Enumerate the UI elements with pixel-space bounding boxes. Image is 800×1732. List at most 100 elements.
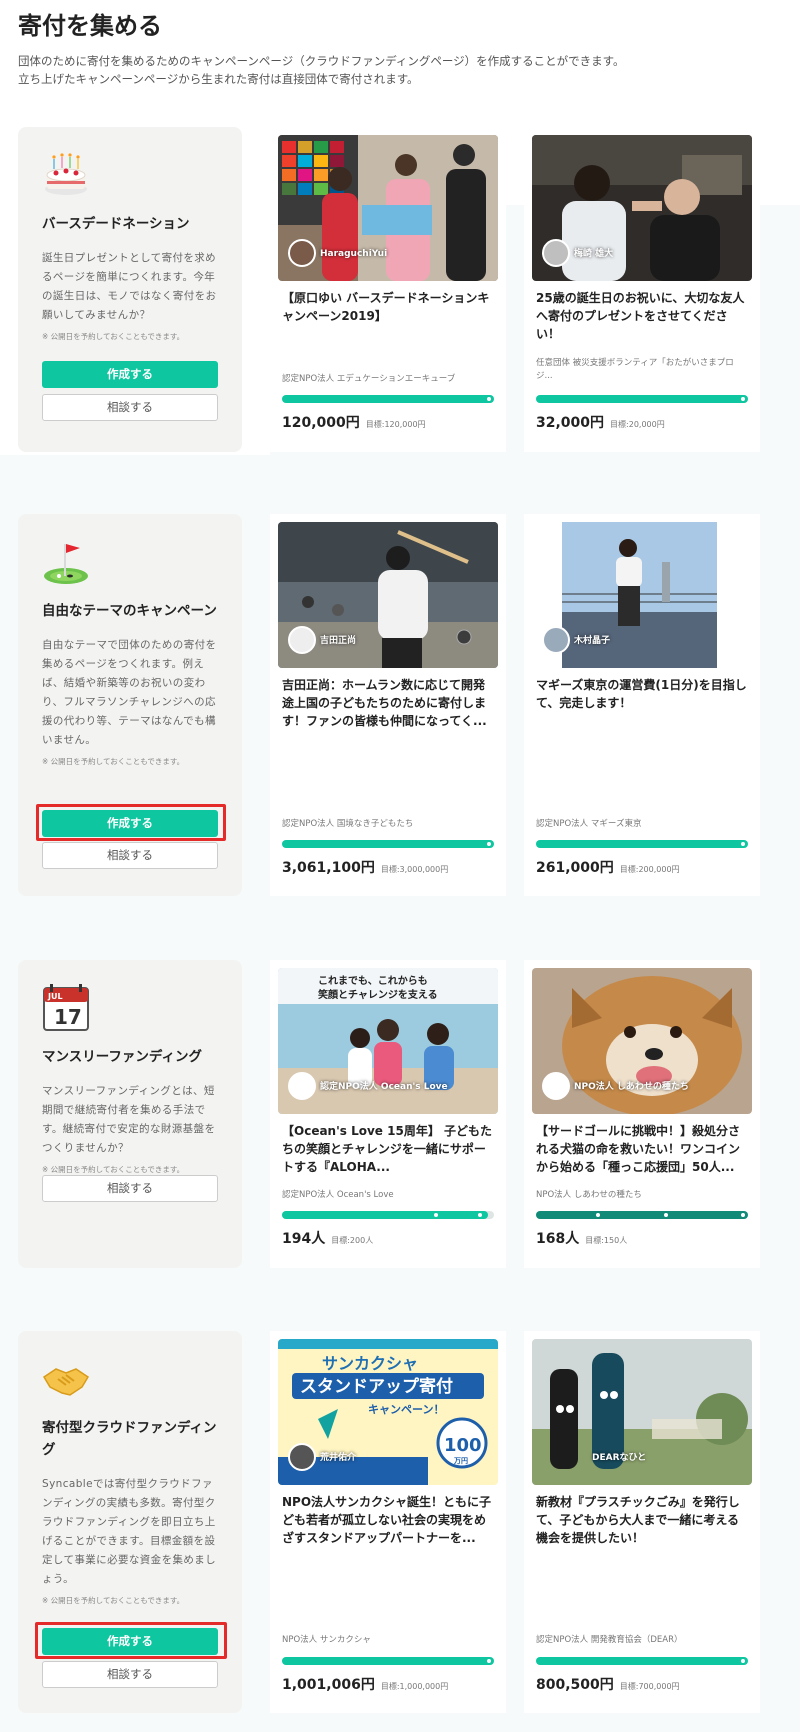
amount-raised: 168人 目標:150人 <box>536 1228 627 1248</box>
image-caption: 100 <box>444 1435 482 1456</box>
campaign-card[interactable]: NPO法人 しあわせの種たち 【サードゴールに挑戦中！】殺処分される犬猫の命を救… <box>524 960 760 1268</box>
consult-button[interactable]: 相談する <box>42 842 218 869</box>
schedule-note: ※ 公開日を予約しておくこともできます。 <box>42 757 185 766</box>
goal-amount: 目標:150人 <box>585 1236 628 1245</box>
campaign-card[interactable]: これまでも、これからも 笑顔とチャレンジを支える 認定NPO法人 Ocean's… <box>270 960 506 1268</box>
campaign-card[interactable]: DEARなひと 新教材『プラスチックごみ』を発行して、子どもから大人まで一緒に考… <box>524 1331 760 1713</box>
owner-avatar <box>542 239 570 267</box>
goal-amount: 目標:700,000円 <box>619 1682 680 1691</box>
calendar-month: JUL <box>47 992 63 1001</box>
progress-bar <box>536 1211 748 1219</box>
create-button[interactable]: 作成する <box>42 361 218 388</box>
amount-raised: 3,061,100円 目標:3,000,000円 <box>282 857 448 877</box>
section-info-panel: バースデードネーション 誕生日プレゼントとして寄付を求めるページを簡単につくれま… <box>18 127 242 452</box>
section-description: 自由なテーマで団体のための寄付を集めるページをつくれます。例えば、結婚や新築等の… <box>42 639 217 746</box>
campaign-card[interactable]: 木村晶子 マギーズ東京の運営費(1日分)を目指して、完走します！ 認定NPO法人… <box>524 514 760 896</box>
campaign-card[interactable]: 梅崎 雄大 25歳の誕生日のお祝いに、大切な友人へ寄付のプレゼントをさせてくださ… <box>524 127 760 452</box>
section-title: 寄付型クラウドファンディング <box>42 1420 217 1458</box>
owner-avatar <box>288 626 316 654</box>
goal-amount: 目標:20,000円 <box>610 420 665 429</box>
progress-bar <box>536 395 748 403</box>
amount-value: 194人 <box>282 1231 326 1247</box>
amount-value: 261,000円 <box>536 860 614 876</box>
handshake-icon <box>42 1368 90 1396</box>
goal-amount: 目標:1,000,000円 <box>380 1682 449 1691</box>
progress-fill <box>282 1211 488 1219</box>
intro-line-2: 立ち上げたキャンペーンページから生まれた寄付は直接団体で寄付されます。 <box>18 72 419 86</box>
owner-avatar <box>542 1072 570 1100</box>
section-description: 誕生日プレゼントとして寄付を求めるページを簡単につくれます。今年の誕生日は、モノ… <box>42 252 217 321</box>
campaign-organization: 認定NPO法人 Ocean's Love <box>282 1190 394 1200</box>
amount-raised: 120,000円 目標:120,000円 <box>282 412 426 432</box>
consult-button[interactable]: 相談する <box>42 1661 218 1688</box>
amount-raised: 32,000円 目標:20,000円 <box>536 412 665 432</box>
progress-bar <box>536 840 748 848</box>
birthday-cake-icon <box>45 153 87 195</box>
campaign-image: HaraguchiYui <box>278 135 498 281</box>
amount-value: 3,061,100円 <box>282 860 375 876</box>
campaign-owner: 吉田正尚 <box>320 636 357 646</box>
progress-bar <box>282 395 494 403</box>
owner-avatar <box>542 626 570 654</box>
create-button-highlight <box>35 1622 227 1659</box>
owner-avatar <box>288 1072 316 1100</box>
golf-flag-icon <box>44 544 88 584</box>
goal-amount: 目標:200,000円 <box>619 865 680 874</box>
section-description: マンスリーファンディングとは、短期間で継続寄付者を集める手法です。継続寄付で安定… <box>42 1085 216 1154</box>
campaign-card[interactable]: HaraguchiYui 【原口ゆい バースデードネーションキャンペーン2019… <box>270 127 506 452</box>
amount-value: 32,000円 <box>536 415 605 431</box>
goal-amount: 目標:200人 <box>331 1236 374 1245</box>
campaign-title[interactable]: 新教材『プラスチックごみ』を発行して、子どもから大人まで一緒に考える機会を提供し… <box>536 1493 748 1547</box>
campaign-owner: 梅崎 雄大 <box>574 249 614 259</box>
calendar-day: 17 <box>54 1005 82 1029</box>
section-info-panel: JUL 17 マンスリーファンディング マンスリーファンディングとは、短期間で継… <box>18 960 242 1268</box>
owner-avatar <box>288 1443 316 1471</box>
amount-raised: 261,000円 目標:200,000円 <box>536 857 680 877</box>
campaign-title[interactable]: 吉田正尚：ホームラン数に応じて開発途上国の子どもたちのために寄付します！ファンの… <box>282 676 494 730</box>
campaign-title[interactable]: 【サードゴールに挑戦中！】殺処分される犬猫の命を救いたい！ワンコインから始める「… <box>536 1122 748 1176</box>
amount-raised: 194人 目標:200人 <box>282 1228 373 1248</box>
campaign-organization: NPO法人 しあわせの種たち <box>536 1190 642 1200</box>
consult-button[interactable]: 相談する <box>42 394 218 421</box>
create-button-highlight <box>36 804 226 841</box>
progress-bar <box>282 1657 494 1665</box>
campaign-owner: 認定NPO法人 Ocean's Love <box>320 1082 448 1092</box>
campaign-card[interactable]: 吉田正尚 吉田正尚：ホームラン数に応じて開発途上国の子どもたちのために寄付します… <box>270 514 506 896</box>
campaign-owner: DEARなひと <box>592 1453 647 1463</box>
goal-amount: 目標:120,000円 <box>365 420 426 429</box>
section-title: 自由なテーマのキャンペーン <box>42 603 217 619</box>
progress-bar <box>282 1211 494 1219</box>
campaign-title[interactable]: 【Ocean's Love 15周年】 子どもたちの笑顔とチャレンジを一緒にサポ… <box>282 1122 494 1176</box>
progress-bar <box>282 840 494 848</box>
campaign-owner: 木村晶子 <box>574 636 611 646</box>
amount-raised: 800,500円 目標:700,000円 <box>536 1674 680 1694</box>
schedule-note: ※ 公開日を予約しておくこともできます。 <box>42 1596 185 1605</box>
image-caption: サンカクシャ <box>322 1354 418 1373</box>
section-title: マンスリーファンディング <box>42 1049 202 1065</box>
intro-line-1: 団体のために寄付を集めるためのキャンペーンページ（クラウドファンディングページ）… <box>18 54 625 68</box>
campaign-organization: NPO法人 サンカクシャ <box>282 1635 371 1645</box>
goal-amount: 目標:3,000,000円 <box>380 865 449 874</box>
campaign-image: 梅崎 雄大 <box>532 135 752 281</box>
section-title: バースデードネーション <box>42 216 190 232</box>
campaign-image: これまでも、これからも 笑顔とチャレンジを支える 認定NPO法人 Ocean's… <box>278 968 498 1114</box>
campaign-title[interactable]: NPO法人サンカクシャ誕生！ともに子ども若者が孤立しない社会の実現をめざすスタン… <box>282 1493 494 1547</box>
campaign-image: NPO法人 しあわせの種たち <box>532 968 752 1114</box>
campaign-image: DEARなひと <box>532 1339 752 1485</box>
campaign-card[interactable]: サンカクシャ スタンドアップ寄付 キャンペーン！ 100 万円 荒井佑介 NPO… <box>270 1331 506 1713</box>
amount-value: 168人 <box>536 1231 580 1247</box>
schedule-note: ※ 公開日を予約しておくこともできます。 <box>42 332 185 341</box>
image-caption: キャンペーン！ <box>368 1403 444 1416</box>
campaign-organization: 認定NPO法人 国境なき子どもたち <box>282 819 414 829</box>
campaign-title[interactable]: 【原口ゆい バースデードネーションキャンペーン2019】 <box>282 289 494 325</box>
campaign-image: サンカクシャ スタンドアップ寄付 キャンペーン！ 100 万円 荒井佑介 <box>278 1339 498 1485</box>
campaign-owner: NPO法人 しあわせの種たち <box>574 1082 689 1092</box>
amount-value: 1,001,006円 <box>282 1677 375 1693</box>
consult-button[interactable]: 相談する <box>42 1175 218 1202</box>
amount-value: 120,000円 <box>282 415 360 431</box>
calendar-icon: JUL 17 <box>43 984 89 1031</box>
campaign-organization: 認定NPO法人 開発教育協会（DEAR） <box>536 1635 683 1645</box>
image-caption: これまでも、これからも <box>318 975 428 987</box>
campaign-title[interactable]: マギーズ東京の運営費(1日分)を目指して、完走します！ <box>536 676 748 712</box>
campaign-title[interactable]: 25歳の誕生日のお祝いに、大切な友人へ寄付のプレゼントをさせてください！ <box>536 289 748 343</box>
